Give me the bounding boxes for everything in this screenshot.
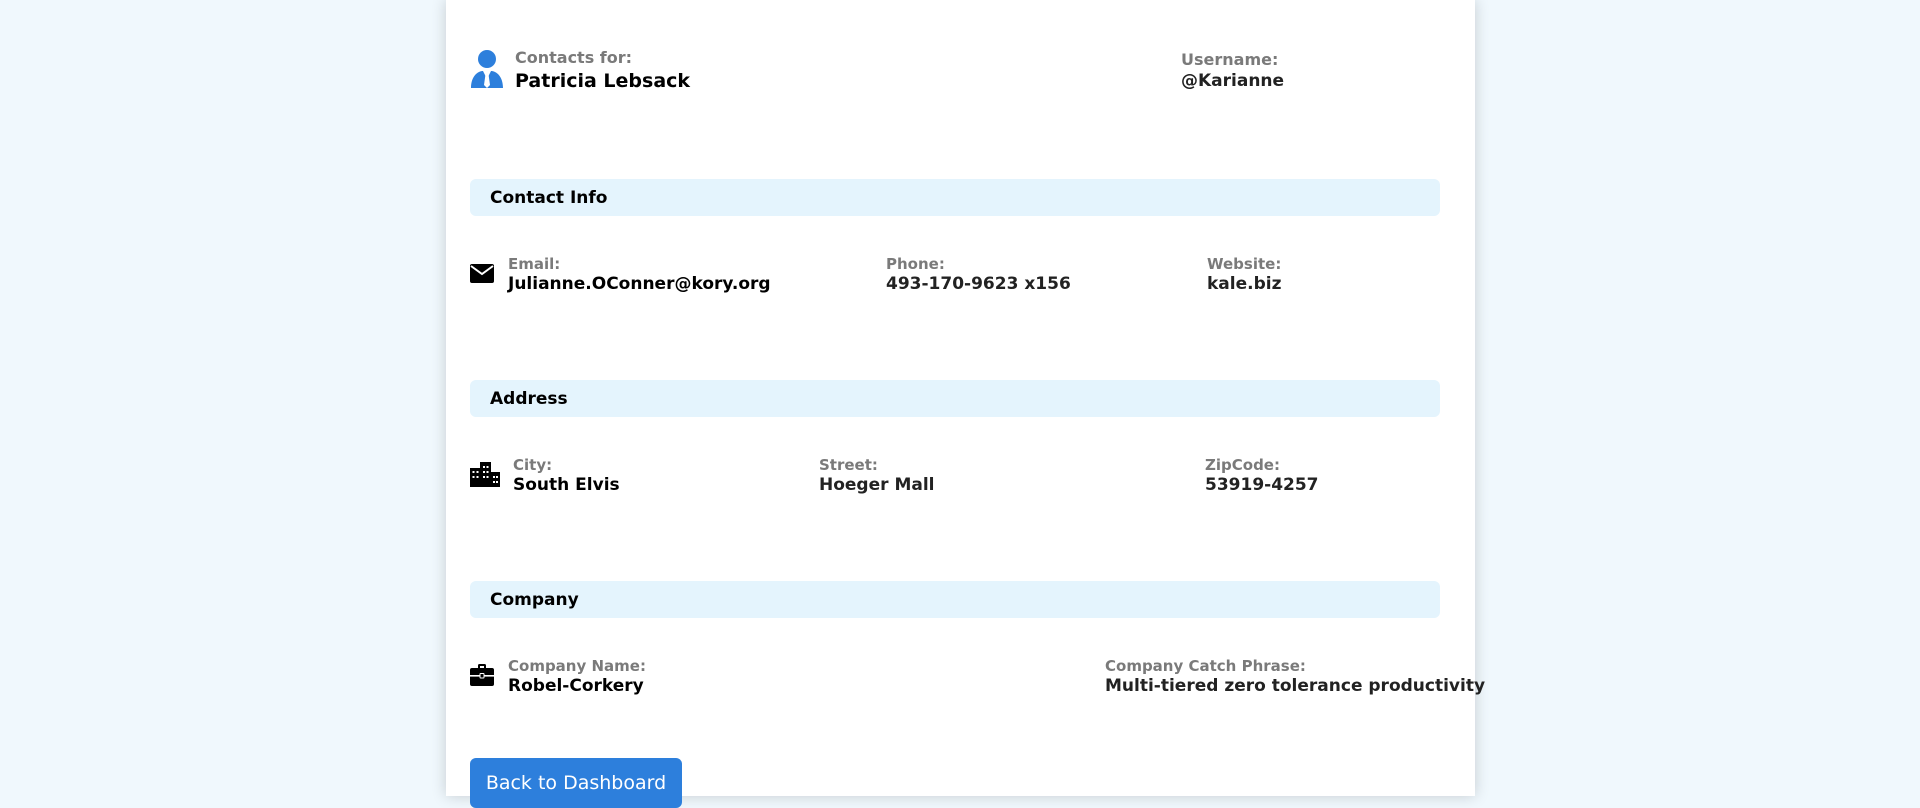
company-name-value: Robel-Corkery [508, 676, 644, 696]
company-section-header: Company [470, 581, 1440, 618]
city-icon [470, 462, 500, 487]
contact-name: Patricia Lebsack [515, 70, 691, 92]
street-label: Street: [819, 456, 878, 474]
briefcase-icon [470, 664, 494, 686]
back-to-dashboard-button[interactable]: Back to Dashboard [470, 758, 682, 808]
city-value: South Elvis [513, 475, 620, 495]
address-section-header: Address [470, 380, 1440, 417]
catch-phrase-value: Multi-tiered zero tolerance productivity [1105, 676, 1486, 696]
city-label: City: [513, 456, 553, 474]
contacts-for-label: Contacts for: [515, 48, 633, 67]
street-value: Hoeger Mall [819, 475, 935, 495]
website-value: kale.biz [1207, 274, 1282, 294]
phone-label: Phone: [886, 255, 945, 273]
section-title: Address [490, 389, 568, 409]
phone-value: 493-170-9623 x156 [886, 274, 1071, 294]
section-title: Contact Info [490, 188, 608, 208]
email-value: Julianne.OConner@kory.org [508, 274, 771, 294]
zipcode-label: ZipCode: [1205, 456, 1280, 474]
email-label: Email: [508, 255, 561, 273]
envelope-icon [470, 264, 494, 283]
username-label: Username: [1181, 50, 1279, 69]
user-tie-icon [470, 48, 504, 90]
catch-phrase-label: Company Catch Phrase: [1105, 657, 1306, 675]
contact-details-card: Contacts for: Patricia Lebsack Username:… [446, 0, 1485, 808]
section-title: Company [490, 590, 579, 610]
contact-info-section-header: Contact Info [470, 179, 1440, 216]
company-name-label: Company Name: [508, 657, 646, 675]
zipcode-value: 53919-4257 [1205, 475, 1319, 495]
website-label: Website: [1207, 255, 1282, 273]
username-value: @Karianne [1181, 71, 1285, 91]
